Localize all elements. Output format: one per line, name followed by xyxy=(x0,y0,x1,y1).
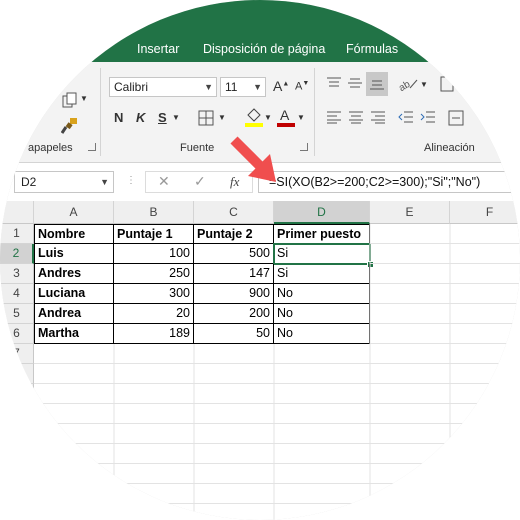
font-size-value: 11 xyxy=(225,80,238,94)
borders-dropdown-icon[interactable]: ▼ xyxy=(218,113,226,122)
cancel-icon[interactable]: ✕ xyxy=(158,173,170,190)
underline-dropdown-icon[interactable]: ▼ xyxy=(172,113,180,122)
font-launcher-icon[interactable] xyxy=(300,143,308,151)
svg-text:ab: ab xyxy=(398,79,413,92)
fill-color-icon[interactable] xyxy=(244,106,264,131)
decrease-indent-icon[interactable] xyxy=(398,110,414,127)
separator xyxy=(100,68,101,156)
bold-button[interactable]: N xyxy=(114,110,123,125)
name-box[interactable]: D2 ▼ xyxy=(14,171,114,193)
more-options-icon[interactable]: ⋮ xyxy=(126,175,136,186)
group-label-clipboard: apapeles xyxy=(28,142,73,154)
formula-input[interactable]: =SI(XO(B2>=200;C2>=300);"Si";"No") xyxy=(258,171,520,193)
align-middle-icon[interactable] xyxy=(347,76,363,93)
merge-center-icon[interactable] xyxy=(448,110,464,129)
chevron-down-icon: ▼ xyxy=(100,177,109,187)
copy-icon[interactable] xyxy=(60,92,80,111)
tab-disposicion-de-pagina[interactable]: Disposición de página xyxy=(203,42,325,56)
orientation-icon[interactable]: ab xyxy=(397,76,418,95)
align-right-icon[interactable] xyxy=(370,110,386,127)
copy-dropdown-icon[interactable]: ▼ xyxy=(80,94,88,103)
group-label-font: Fuente xyxy=(180,142,215,154)
tab-insertar[interactable]: Insertar xyxy=(137,42,179,56)
gridlines xyxy=(34,224,520,520)
align-top-icon[interactable] xyxy=(326,76,342,93)
group-label-alignment: Alineación xyxy=(424,142,475,154)
ribbon-tab-bar: Insertar Disposición de página Fórmulas xyxy=(0,0,520,62)
align-center-icon[interactable] xyxy=(348,110,364,127)
clipboard-launcher-icon[interactable] xyxy=(88,143,96,151)
font-name-dropdown[interactable]: Calibri ▼ xyxy=(109,77,217,97)
name-box-value: D2 xyxy=(21,175,37,189)
spreadsheet-grid: A B C D E F 1 2 3 4 5 6 7 8 9 10 11 12 1… xyxy=(0,201,520,520)
wrap-text-icon[interactable] xyxy=(440,76,454,95)
align-bottom-icon[interactable] xyxy=(366,72,388,96)
tab-formulas[interactable]: Fórmulas xyxy=(346,42,398,56)
decrease-font-size-icon[interactable]: A▼ xyxy=(295,80,309,93)
font-color-dropdown-icon[interactable]: ▼ xyxy=(297,113,305,122)
underline-button[interactable]: S xyxy=(158,110,167,125)
chevron-down-icon: ▼ xyxy=(204,82,213,92)
svg-text:A: A xyxy=(280,107,290,123)
align-left-icon[interactable] xyxy=(326,110,342,127)
separator xyxy=(314,68,315,156)
chevron-down-icon: ▼ xyxy=(253,82,262,92)
screenshot-circle: Insertar Disposición de página Fórmulas … xyxy=(0,0,520,520)
orientation-dropdown-icon[interactable]: ▼ xyxy=(420,80,428,89)
pointer-arrow-icon xyxy=(230,136,276,182)
font-name-value: Calibri xyxy=(114,80,149,94)
increase-indent-icon[interactable] xyxy=(420,110,436,127)
increase-font-size-icon[interactable]: A▲ xyxy=(273,78,289,94)
font-size-dropdown[interactable]: 11 ▼ xyxy=(220,77,266,97)
enter-icon[interactable]: ✓ xyxy=(194,173,206,190)
format-painter-icon[interactable] xyxy=(60,116,80,137)
italic-button[interactable]: K xyxy=(136,110,145,125)
fill-color-dropdown-icon[interactable]: ▼ xyxy=(264,113,272,122)
borders-icon[interactable] xyxy=(198,110,214,129)
font-color-icon[interactable]: A xyxy=(276,106,296,131)
